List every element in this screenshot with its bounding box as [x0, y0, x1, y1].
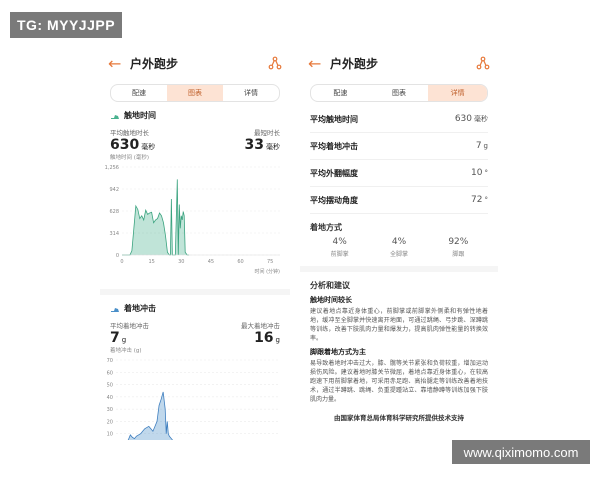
contact-time-header: 触地时间 [110, 110, 280, 121]
advice-text-1: 建议着地点靠近身体重心，前脚掌或前脚掌外侧柔和有弹性地着地，缓冲至全脚掌并快速离… [310, 308, 488, 342]
metric-value: 72 ° [471, 195, 488, 205]
metric-value: 630 毫秒 [454, 114, 488, 124]
x-axis-label: 时间 (分钟) [255, 268, 281, 275]
avg-impact-label: 平均着地冲击 [110, 322, 149, 330]
x-tick-label: 45 [208, 259, 214, 265]
x-tick-label: 30 [178, 259, 184, 265]
y-tick-label: 1,256 [105, 165, 119, 171]
footer-credit: 由国家体育总局体育科学研究所提供技术支持 [334, 414, 464, 422]
y-tick-label: 0 [116, 253, 119, 259]
data-area [128, 391, 173, 440]
contact-stats: 平均触地时长 630 毫秒 最短时长 33 毫秒 [110, 127, 280, 153]
tab-details[interactable]: 详情 [223, 85, 279, 101]
page-title: 户外跑步 [130, 56, 179, 71]
tab-chart[interactable]: 图表 [167, 85, 223, 101]
x-tick-label: 15 [148, 259, 154, 265]
page-title: 户外跑步 [330, 56, 379, 71]
contact-time-title: 触地时间 [124, 111, 156, 120]
strike-title: 着地方式 [310, 223, 342, 232]
y-tick-label: 942 [109, 187, 119, 193]
analysis-title: 分析和建议 [310, 281, 350, 290]
right-screen: ← 户外跑步 配速 图表 详情 平均触地时间 630 毫秒 平均着地冲击 7g 平… [300, 48, 498, 440]
left-screen: ← 户外跑步 配速 图表 详情 触地时间 平均触地时长 630 毫秒 最短时长 3… [100, 48, 290, 440]
y-tick-label: 628 [109, 209, 119, 215]
strike-label: 前脚掌 [330, 251, 349, 258]
share-icon[interactable] [476, 56, 490, 70]
impact-icon [111, 307, 119, 312]
metric-label: 平均摆动角度 [310, 195, 358, 205]
metric-label: 平均外翻幅度 [310, 168, 358, 178]
tab-bar: 配速 图表 详情 [110, 84, 280, 102]
back-arrow-icon[interactable]: ← [108, 54, 126, 73]
metric-value: 10 ° [471, 168, 488, 178]
top-bar: ← 户外跑步 [300, 48, 498, 78]
metric-row: 平均摆动角度 72 ° [310, 187, 488, 214]
section-divider [100, 289, 290, 295]
strike-cell: 4% 前脚掌 [310, 237, 369, 258]
tab-pace[interactable]: 配速 [311, 85, 370, 101]
impact-header: 着地冲击 [110, 303, 280, 314]
y-tick-label: 70 [107, 358, 113, 364]
top-bar: ← 户外跑步 [100, 48, 290, 78]
advice-title-1: 触地时间较长 [310, 296, 352, 304]
y-tick-label: 30 [107, 407, 113, 413]
strike-breakdown: 4% 前脚掌 4% 全脚掌 92% 脚跟 [310, 237, 488, 258]
metric-label: 平均着地冲击 [310, 141, 358, 151]
advice-title-2: 脚跟着地方式为主 [310, 348, 366, 356]
metric-label: 平均触地时间 [310, 114, 358, 124]
avg-impact-value: 7g [110, 330, 127, 346]
avg-contact-value: 630 毫秒 [110, 137, 156, 153]
y-tick-label: 60 [107, 370, 113, 376]
x-tick-label: 0 [120, 259, 123, 265]
back-arrow-icon[interactable]: ← [308, 54, 326, 73]
max-impact-value: 16 g [254, 330, 280, 346]
impact-unit-label: 着地冲击 (g) [110, 348, 142, 354]
impact-chart: 010203040506070 [107, 358, 280, 440]
watermark-top-left: TG: MYYJJPP [10, 12, 122, 38]
min-contact-value: 33 毫秒 [244, 137, 280, 153]
contact-time-chart: 0 314 628 942 1,256 0 15 30 45 60 75 时间 (分钟) [105, 165, 281, 275]
shoe-icon [111, 114, 119, 119]
y-tick-label: 50 [107, 383, 113, 389]
section-divider [300, 266, 498, 272]
tab-pace[interactable]: 配速 [111, 85, 167, 101]
min-contact-label: 最短时长 [254, 129, 280, 137]
metric-row: 平均着地冲击 7g [310, 133, 488, 160]
impact-stats: 平均着地冲击 7g 最大着地冲击 16 g [110, 320, 280, 346]
impact-title: 着地冲击 [124, 304, 156, 313]
advice-text-2: 易导致着地时冲击过大，膝、髋等关节紧张和负荷较重，增加运动损伤风险。建议着地时膝… [310, 360, 488, 403]
avg-contact-label: 平均触地时长 [110, 129, 149, 137]
contact-unit-label: 触地时间 (毫秒) [110, 155, 150, 161]
watermark-bottom-right: www.qiximomo.com [452, 440, 590, 464]
tab-bar: 配速 图表 详情 [310, 84, 488, 102]
tab-details[interactable]: 详情 [428, 85, 487, 101]
y-tick-label: 20 [107, 419, 113, 425]
strike-cell: 4% 全脚掌 [369, 237, 428, 258]
strike-percent: 4% [332, 237, 347, 247]
strike-percent: 92% [448, 237, 469, 247]
strike-label: 全脚掌 [389, 251, 408, 258]
share-icon[interactable] [268, 56, 282, 70]
strike-label: 脚跟 [452, 251, 465, 258]
y-tick-label: 314 [109, 231, 119, 237]
metric-value: 7g [475, 141, 488, 151]
metrics-list: 平均触地时间 630 毫秒 平均着地冲击 7g 平均外翻幅度 10 ° 平均摆动角度… [300, 106, 498, 214]
metric-row: 平均外翻幅度 10 ° [310, 160, 488, 187]
strike-cell: 92% 脚跟 [429, 237, 488, 258]
strike-percent: 4% [391, 237, 407, 247]
x-tick-label: 60 [237, 259, 243, 265]
metric-row: 平均触地时间 630 毫秒 [310, 106, 488, 133]
tab-chart[interactable]: 图表 [370, 85, 429, 101]
max-impact-label: 最大着地冲击 [241, 322, 280, 330]
x-tick-label: 75 [267, 259, 273, 265]
y-tick-label: 40 [107, 395, 113, 401]
y-tick-label: 10 [107, 432, 113, 438]
